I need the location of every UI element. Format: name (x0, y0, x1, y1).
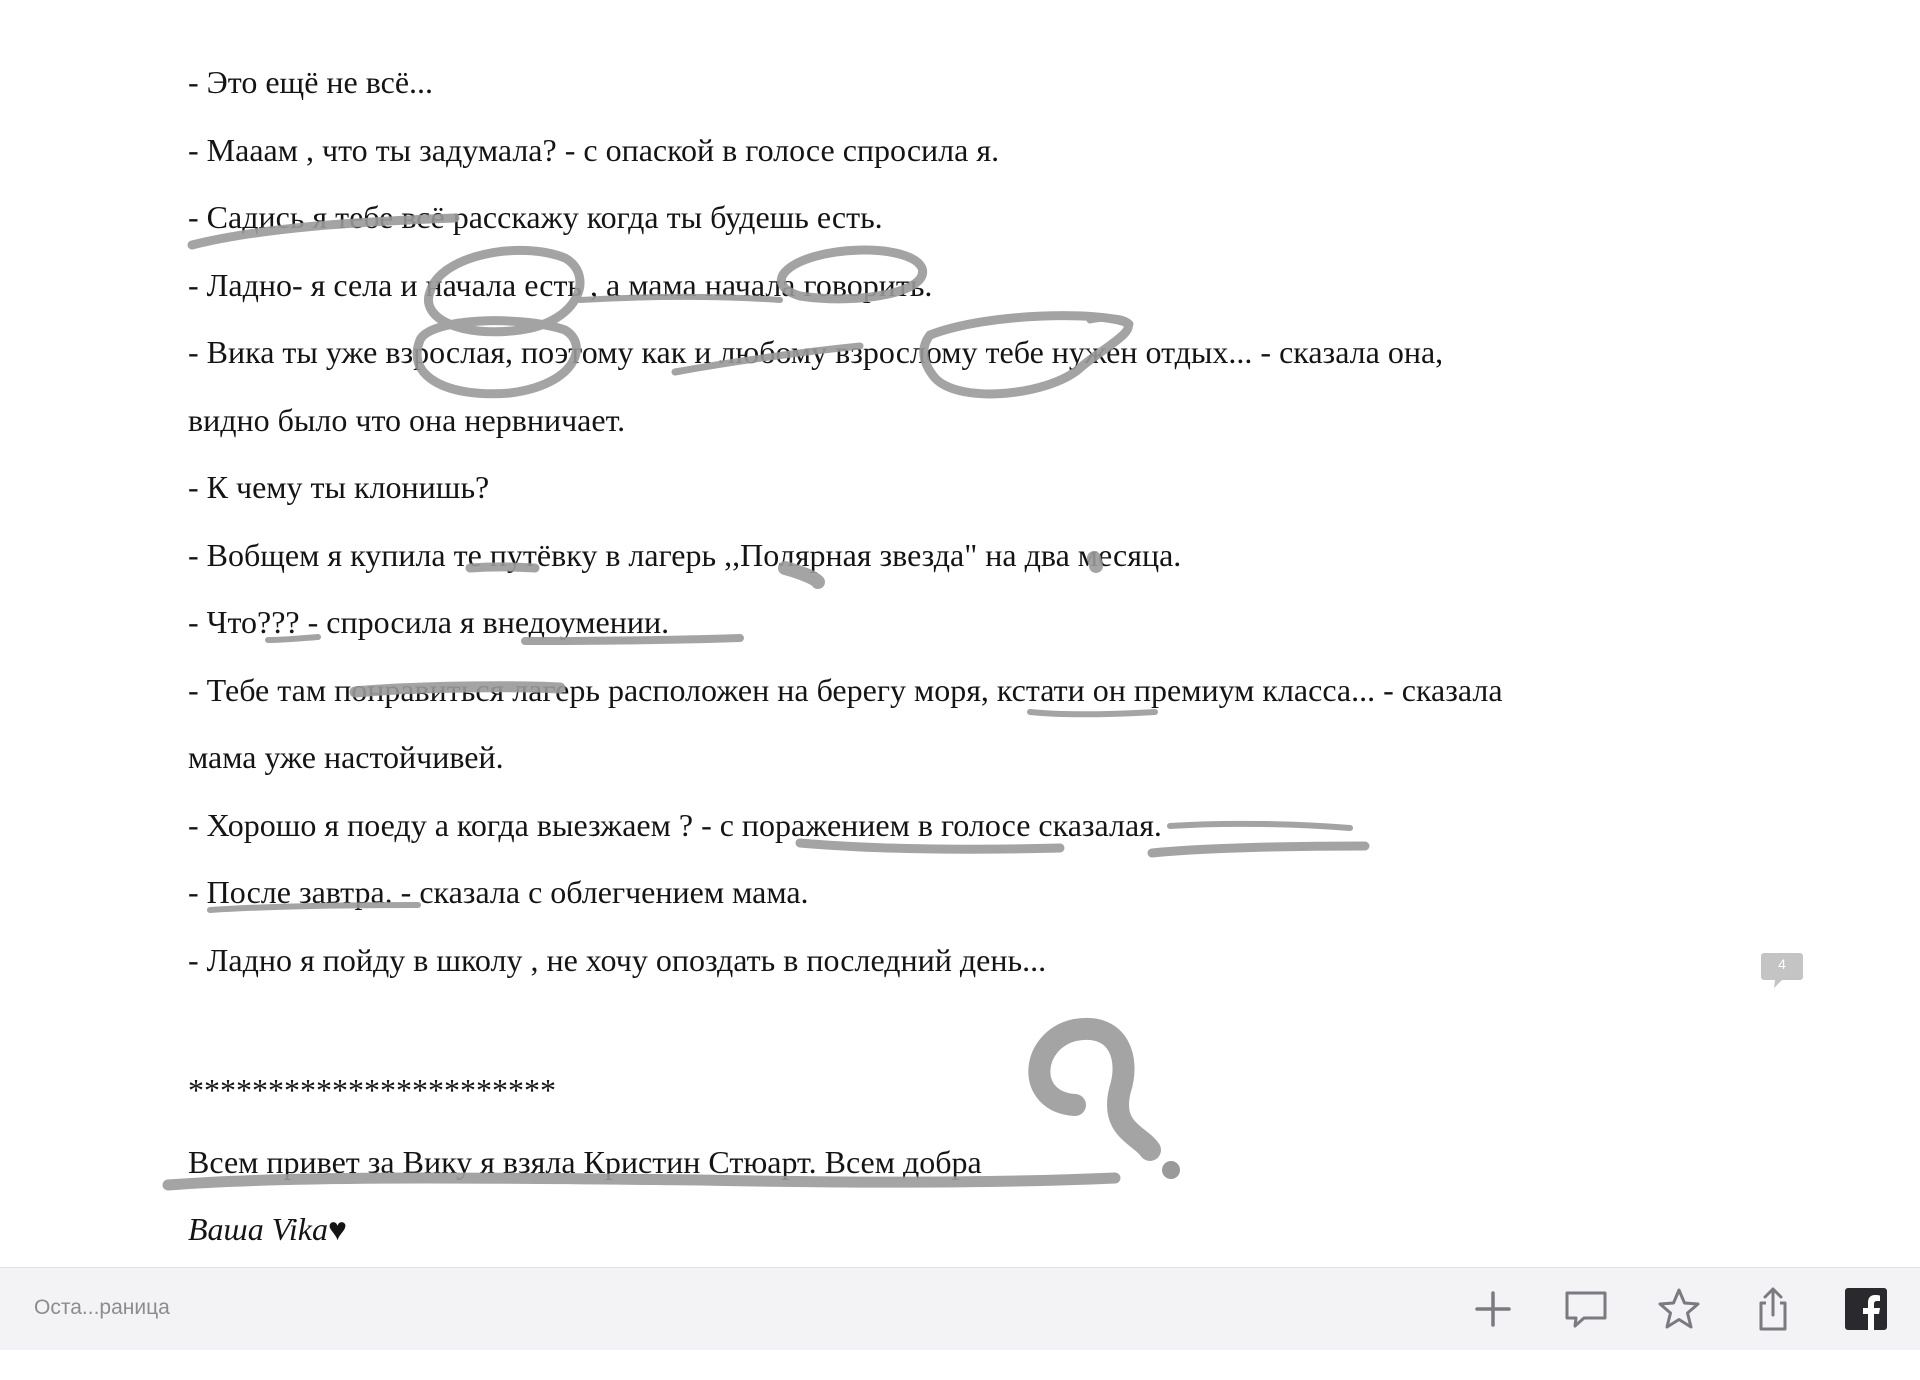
bottom-spacer (0, 1350, 1920, 1380)
story-line: - Вика ты уже взрослая, поэтому как и лю… (188, 334, 1444, 370)
reader-page: - Это ещё не всё... - Маaам , что ты зад… (0, 0, 1920, 1267)
author-note: Всем привет за Вику я взяла Кристин Стюа… (188, 1144, 982, 1180)
pages-remaining-status: Оста...раница (34, 1296, 170, 1319)
separator-line: *********************** (188, 1072, 556, 1108)
story-line: - Это ещё не всё... (188, 64, 434, 100)
comment-count-badge[interactable]: 4 (1760, 951, 1804, 988)
author-signature: Ваша Vika♥ (188, 1211, 347, 1247)
bottom-toolbar: Оста...раница (0, 1267, 1920, 1350)
comment-icon (1565, 1291, 1607, 1328)
facebook-icon (1845, 1288, 1887, 1330)
story-line: - После завтра. - сказала с облегчением … (188, 874, 809, 910)
comment-button[interactable] (1562, 1285, 1610, 1333)
story-line: - Что??? - спросила я внедоумении. (188, 604, 670, 640)
story-line: - К чему ты клонишь? (188, 469, 490, 505)
share-button[interactable] (1749, 1285, 1797, 1333)
story-line: видно было что она нервничает. (188, 402, 626, 438)
add-button[interactable] (1469, 1285, 1517, 1333)
share-icon (1759, 1287, 1787, 1331)
story-line: - Ладно я пойду в школу , не хочу опозда… (188, 942, 1047, 978)
story-line: - Вобщем я купила те путёвку в лагерь ,,… (188, 537, 1182, 573)
star-icon (1658, 1288, 1700, 1329)
plus-icon (1475, 1291, 1511, 1327)
story-line: - Хорошо я поеду а когда выезжаем ? - с … (188, 807, 1162, 843)
favorite-button[interactable] (1655, 1285, 1703, 1333)
story-line: - Ладно- я села и начала есть , а мама н… (188, 267, 933, 303)
story-line: мама уже настойчивей. (188, 739, 504, 775)
facebook-button[interactable] (1842, 1285, 1890, 1333)
story-line: - Садись я тебе всё расскажу когда ты бу… (188, 199, 883, 235)
story-line: - Тебе там понравиться лагерь расположен… (188, 672, 1503, 708)
comment-count: 4 (1778, 956, 1786, 972)
story-line: - Маaам , что ты задумала? - с опаской в… (188, 132, 1000, 168)
